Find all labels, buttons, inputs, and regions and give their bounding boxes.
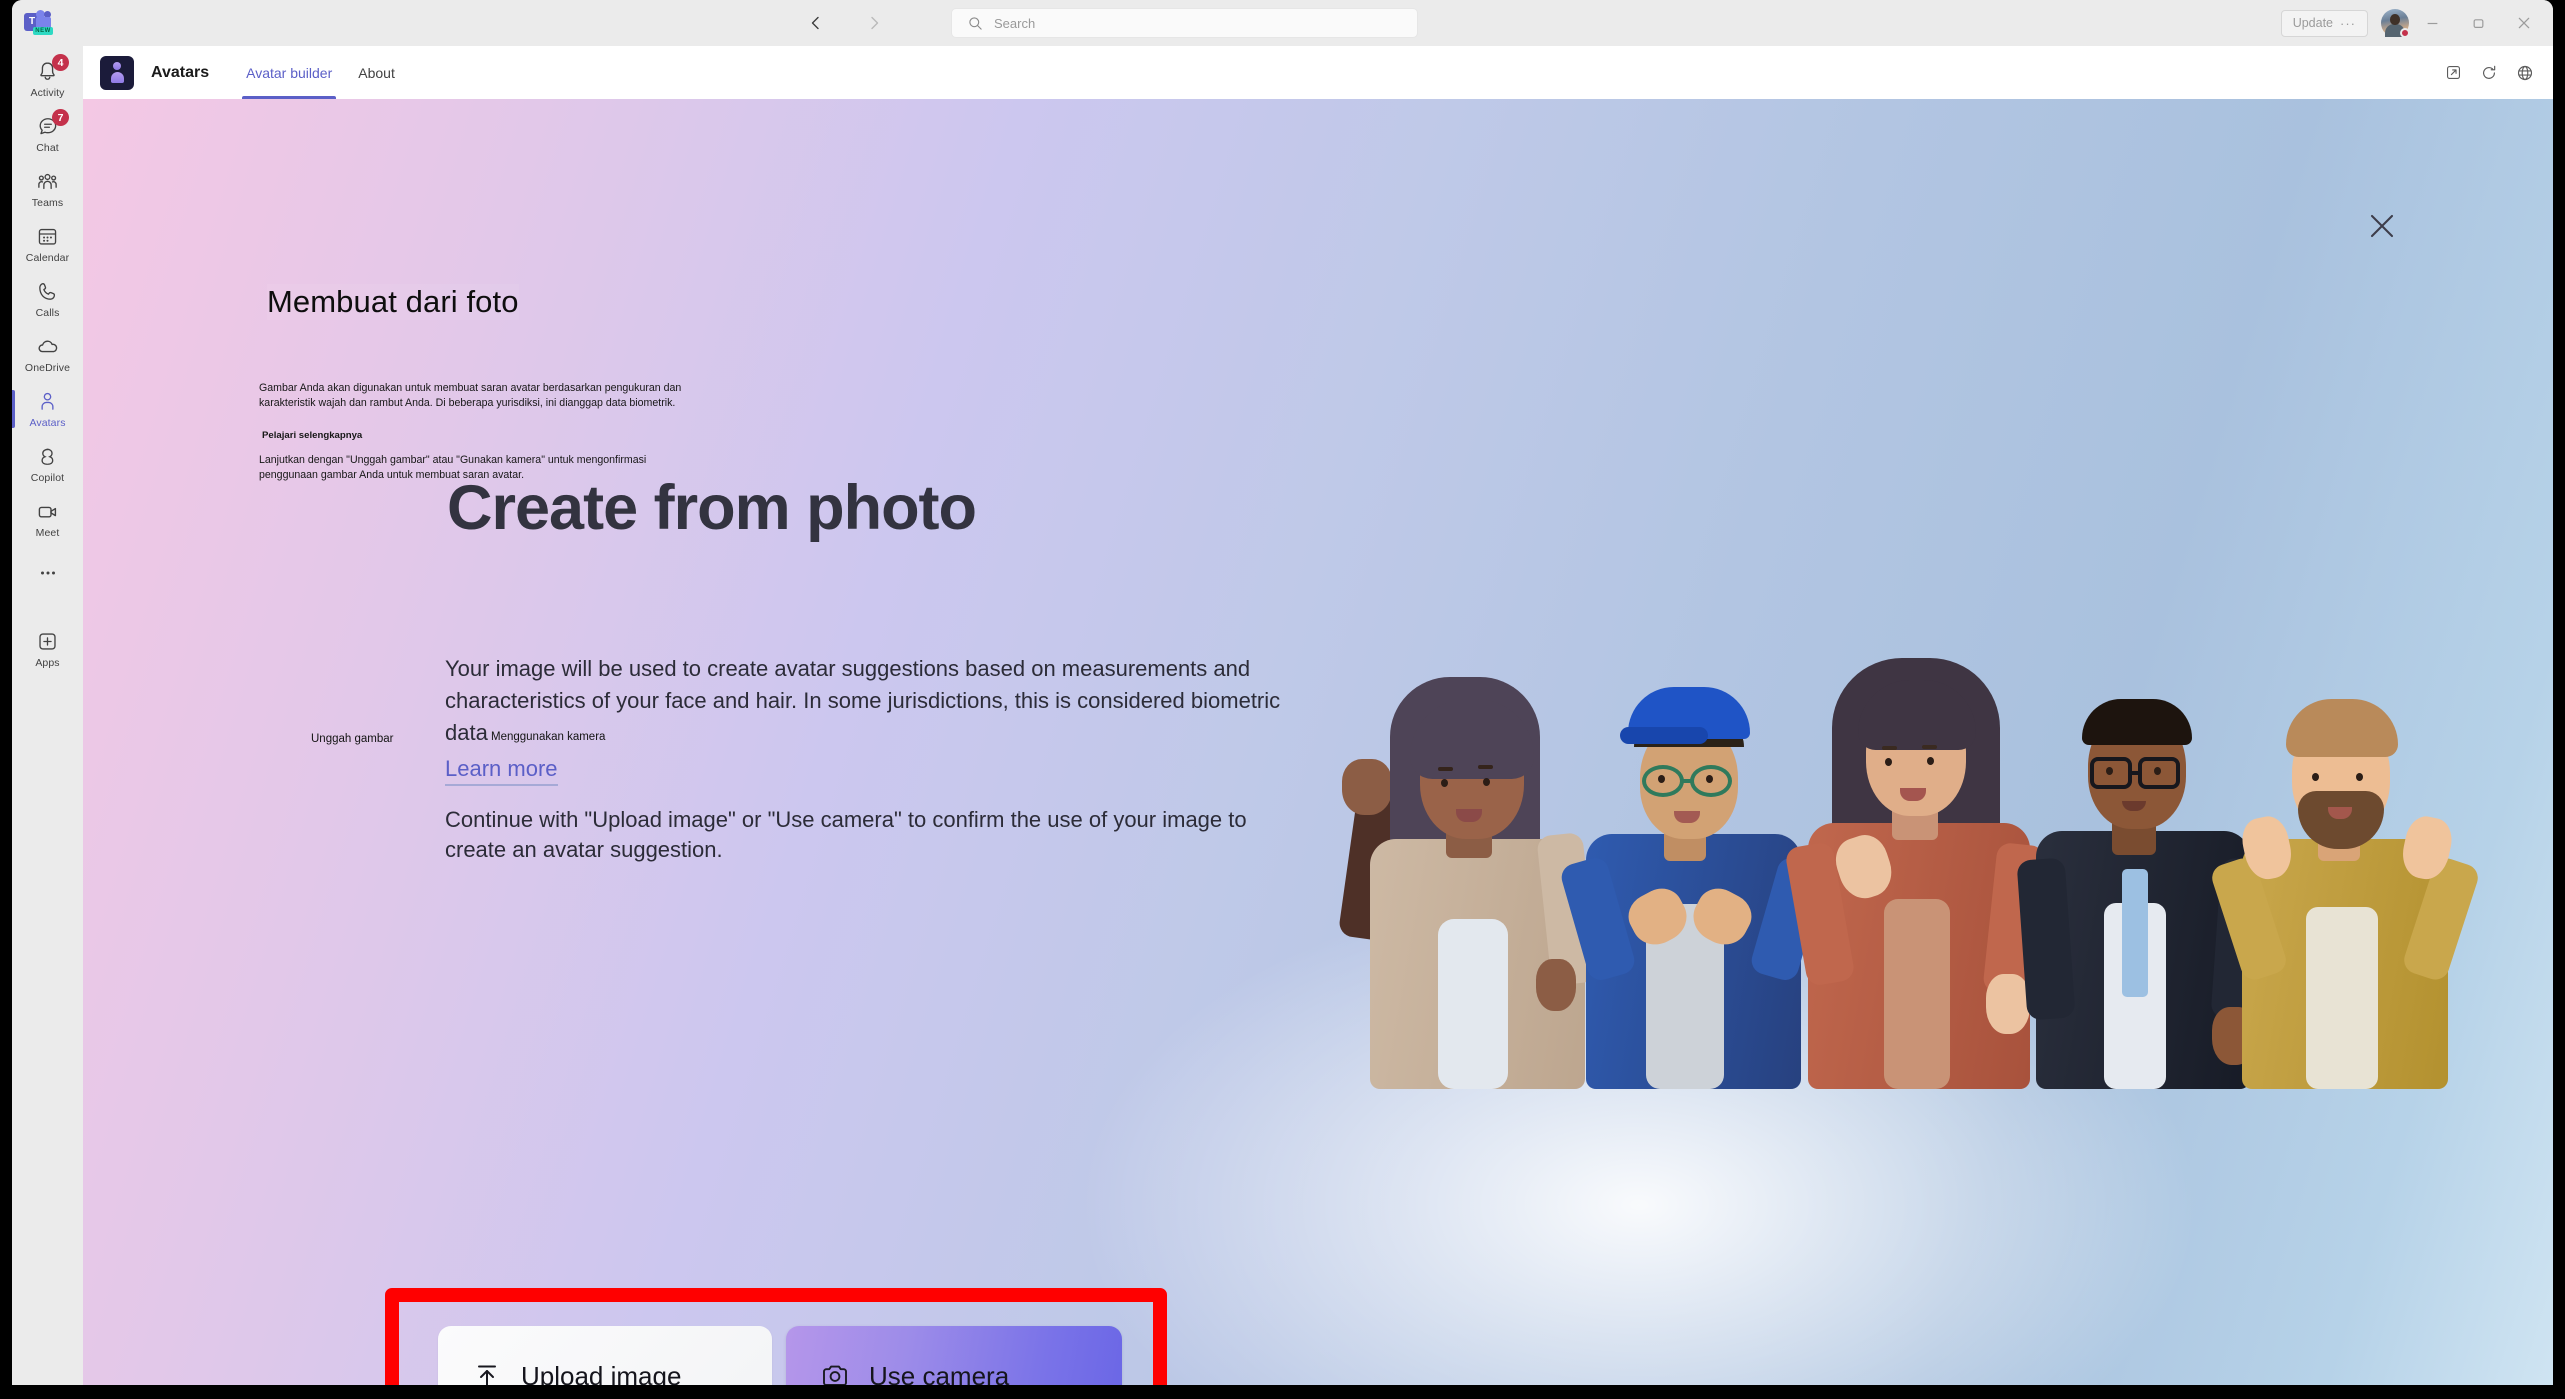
content-canvas: Membuat dari foto Gambar Anda akan digun… <box>83 99 2553 1385</box>
teams-logo: T NEW <box>12 0 66 46</box>
sidebar-item-label: Copilot <box>30 471 65 484</box>
restore-button[interactable] <box>2455 0 2501 46</box>
use-camera-button[interactable]: Use camera <box>786 1326 1122 1385</box>
close-icon <box>2370 214 2394 238</box>
sidebar-item-calls[interactable]: Calls <box>12 272 83 326</box>
close-icon <box>2518 17 2530 29</box>
overlay-upload-label: Unggah gambar <box>311 733 394 745</box>
more-horizontal-icon <box>36 561 60 585</box>
sidebar-item-label: Chat <box>36 141 59 154</box>
sidebar-item-avatars[interactable]: Avatars <box>12 382 83 436</box>
upload-arrow-icon <box>470 1359 504 1385</box>
app-window: T NEW Search Update ··· 4 Activity 7 Cha… <box>0 0 2565 1399</box>
app-header: Avatars Avatar builder About <box>83 46 2553 99</box>
update-label: Update <box>2292 16 2333 30</box>
sidebar-item-calendar[interactable]: Calendar <box>12 217 83 271</box>
sidebar-item-label: Apps <box>35 656 60 669</box>
sidebar-item-label: Teams <box>31 196 64 209</box>
person-icon <box>36 390 59 414</box>
sidebar-item-label: Meet <box>35 526 60 539</box>
avatar-figure-2 <box>1558 669 1828 1089</box>
chat-badge: 7 <box>52 109 69 126</box>
avatar-figure-5 <box>2208 669 2482 1089</box>
avatar[interactable] <box>2381 9 2410 38</box>
sidebar-item-label: Calendar <box>25 251 70 264</box>
globe-icon <box>2517 65 2533 80</box>
plus-square-icon <box>36 630 59 654</box>
hero-title: Create from photo <box>447 473 977 543</box>
copilot-icon <box>36 445 59 469</box>
sidebar-item-more[interactable] <box>12 547 83 601</box>
presence-badge <box>2400 28 2410 38</box>
forward-button[interactable] <box>859 8 889 38</box>
cloud-icon <box>36 335 60 359</box>
sidebar-item-label: Activity <box>30 86 65 99</box>
camera-icon <box>818 1359 852 1385</box>
update-overflow-icon: ··· <box>2340 15 2356 31</box>
sidebar-item-chat[interactable]: 7 Chat <box>12 107 83 161</box>
search-icon <box>965 13 985 33</box>
refresh-button[interactable] <box>2474 58 2504 88</box>
title-bar: T NEW Search Update ··· <box>12 0 2553 46</box>
search-input[interactable] <box>994 15 1374 31</box>
back-button[interactable] <box>801 8 831 38</box>
minimize-button[interactable] <box>2409 0 2455 46</box>
chevron-left-icon <box>811 16 819 30</box>
sidebar-item-teams[interactable]: Teams <box>12 162 83 216</box>
page-title: Avatars <box>151 63 210 81</box>
overlay-title: Membuat dari foto <box>267 284 519 320</box>
video-camera-icon <box>36 500 60 524</box>
app-area: Avatars Avatar builder About Membuat dar… <box>83 46 2553 1385</box>
avatar-figure-3 <box>1784 644 2048 1089</box>
sidebar-item-meet[interactable]: Meet <box>12 492 83 546</box>
globe-button[interactable] <box>2510 58 2540 88</box>
app-tabs: Avatar builder About <box>233 46 408 99</box>
action-bar: Upload image Use camera <box>412 1313 1140 1385</box>
use-camera-label: Use camera <box>869 1360 1010 1386</box>
tab-label: About <box>358 64 395 81</box>
sidebar-item-label: Avatars <box>29 416 66 429</box>
close-window-button[interactable] <box>2501 0 2547 46</box>
pop-out-button[interactable] <box>2438 58 2468 88</box>
sidebar-item-copilot[interactable]: Copilot <box>12 437 83 491</box>
refresh-icon <box>2483 65 2496 79</box>
upload-image-label: Upload image <box>521 1360 682 1386</box>
pop-out-icon <box>2446 65 2460 80</box>
sidebar-item-onedrive[interactable]: OneDrive <box>12 327 83 381</box>
minimize-icon <box>2427 22 2437 24</box>
tab-avatar-builder[interactable]: Avatar builder <box>233 46 345 99</box>
sidebar-item-apps[interactable]: Apps <box>12 622 83 676</box>
phone-icon <box>36 280 59 304</box>
search-bar[interactable] <box>951 8 1418 38</box>
update-button[interactable]: Update ··· <box>2280 9 2368 37</box>
hero-body-secondary: Continue with "Upload image" or "Use cam… <box>445 807 1247 862</box>
learn-more-link[interactable]: Learn more <box>445 756 558 786</box>
calendar-icon <box>36 225 59 249</box>
logo-new-badge: NEW <box>33 27 53 35</box>
restore-icon <box>2473 18 2483 28</box>
sidebar-item-activity[interactable]: 4 Activity <box>12 52 83 106</box>
tab-label: Avatar builder <box>246 64 333 81</box>
tab-about[interactable]: About <box>345 46 408 99</box>
overlay-body: Gambar Anda akan digunakan untuk membuat… <box>259 382 682 409</box>
people-icon <box>36 170 59 194</box>
sidebar-item-label: OneDrive <box>24 361 71 374</box>
chevron-right-icon <box>871 16 879 30</box>
close-dialog-button[interactable] <box>2361 205 2403 247</box>
sidebar-item-label: Calls <box>35 306 60 319</box>
activity-badge: 4 <box>52 54 69 71</box>
hero-body: Your image will be used to create avatar… <box>445 656 1281 745</box>
avatar-group-illustration <box>1337 529 2482 1089</box>
overlay-learn-more[interactable]: Pelajari selengkapnya <box>262 430 362 441</box>
upload-image-button[interactable]: Upload image <box>438 1326 772 1385</box>
avatars-app-icon <box>100 55 134 90</box>
left-rail: 4 Activity 7 Chat Teams Calendar Calls O… <box>12 46 83 1385</box>
